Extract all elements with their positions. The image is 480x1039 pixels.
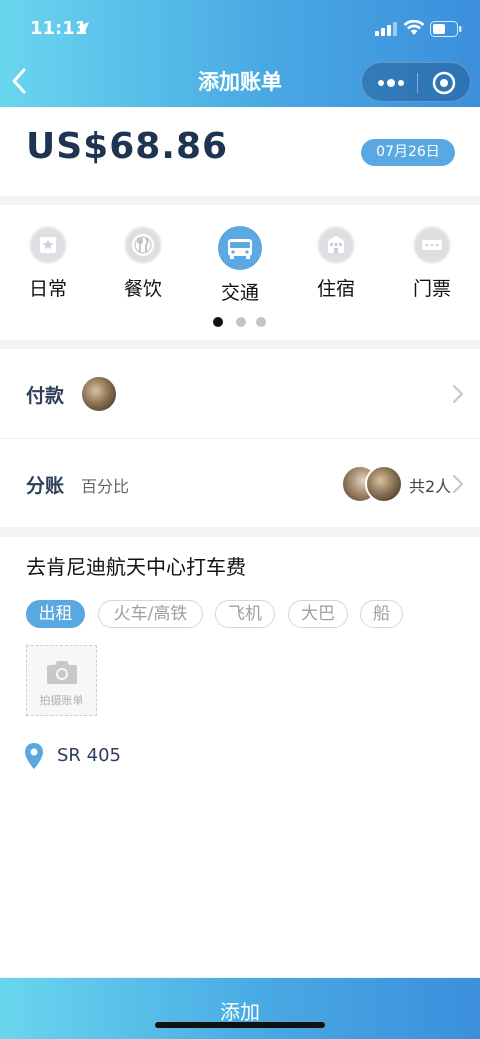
category-label: 日常: [28, 278, 67, 300]
close-target-icon[interactable]: [432, 71, 456, 95]
photo-upload-button[interactable]: 拍摄账单: [26, 645, 97, 716]
category-label: 门票: [412, 278, 451, 300]
category-label: 餐饮: [123, 278, 162, 300]
chevron-right-icon: [452, 384, 464, 404]
participant-avatar: [365, 465, 403, 503]
participant-count: 共2人: [409, 477, 452, 496]
bus-icon: [218, 226, 262, 270]
hotel-icon: [317, 226, 355, 264]
photo-upload-label: 拍摄账单: [39, 694, 84, 707]
chevron-right-icon: [452, 474, 464, 494]
date-badge[interactable]: 07月26日: [361, 139, 455, 166]
location-arrow-icon: [77, 22, 89, 34]
category-daily[interactable]: 日常: [13, 226, 83, 301]
location-pin-icon: [25, 743, 43, 769]
amount-value[interactable]: US$68.86: [26, 126, 228, 167]
tag-boat[interactable]: 船: [360, 600, 403, 628]
category-transport[interactable]: 交通: [205, 226, 275, 305]
row-divider: [0, 438, 480, 439]
category-label: 住宿: [316, 278, 355, 300]
category-tickets[interactable]: 门票: [397, 226, 467, 301]
pager-dot[interactable]: [236, 317, 246, 327]
tag-train[interactable]: 火车/高铁: [98, 600, 203, 628]
description-input[interactable]: 去肯尼迪航天中心打车费: [26, 551, 246, 580]
more-dots-icon[interactable]: [376, 75, 406, 91]
pager-dot-active[interactable]: [213, 317, 223, 327]
fork-knife-icon: [124, 226, 162, 264]
cellular-signal-icon: [375, 22, 397, 36]
category-lodging[interactable]: 住宿: [301, 226, 371, 301]
mini-program-capsule: [361, 62, 471, 102]
tag-coach[interactable]: 大巴: [288, 600, 348, 628]
top-bar: 11:11 添加账单: [0, 0, 480, 107]
wifi-icon: [403, 20, 425, 35]
split-label: 分账: [26, 475, 65, 497]
category-dining[interactable]: 餐饮: [108, 226, 178, 301]
battery-icon: [430, 21, 462, 37]
category-label: 交通: [220, 282, 259, 304]
capsule-divider: [417, 73, 418, 93]
daily-star-icon: [29, 226, 67, 264]
tag-taxi[interactable]: 出租: [26, 600, 85, 628]
camera-icon: [47, 661, 77, 684]
location-text[interactable]: SR 405: [57, 745, 121, 766]
home-indicator: [155, 1022, 325, 1028]
add-button-label: 添加: [220, 1000, 260, 1024]
payer-label: 付款: [26, 385, 65, 407]
payer-avatar: [80, 375, 118, 413]
pager-dot[interactable]: [256, 317, 266, 327]
tag-flight[interactable]: 飞机: [215, 600, 275, 628]
ticket-icon: [413, 226, 451, 264]
split-mode: 百分比: [81, 477, 130, 496]
